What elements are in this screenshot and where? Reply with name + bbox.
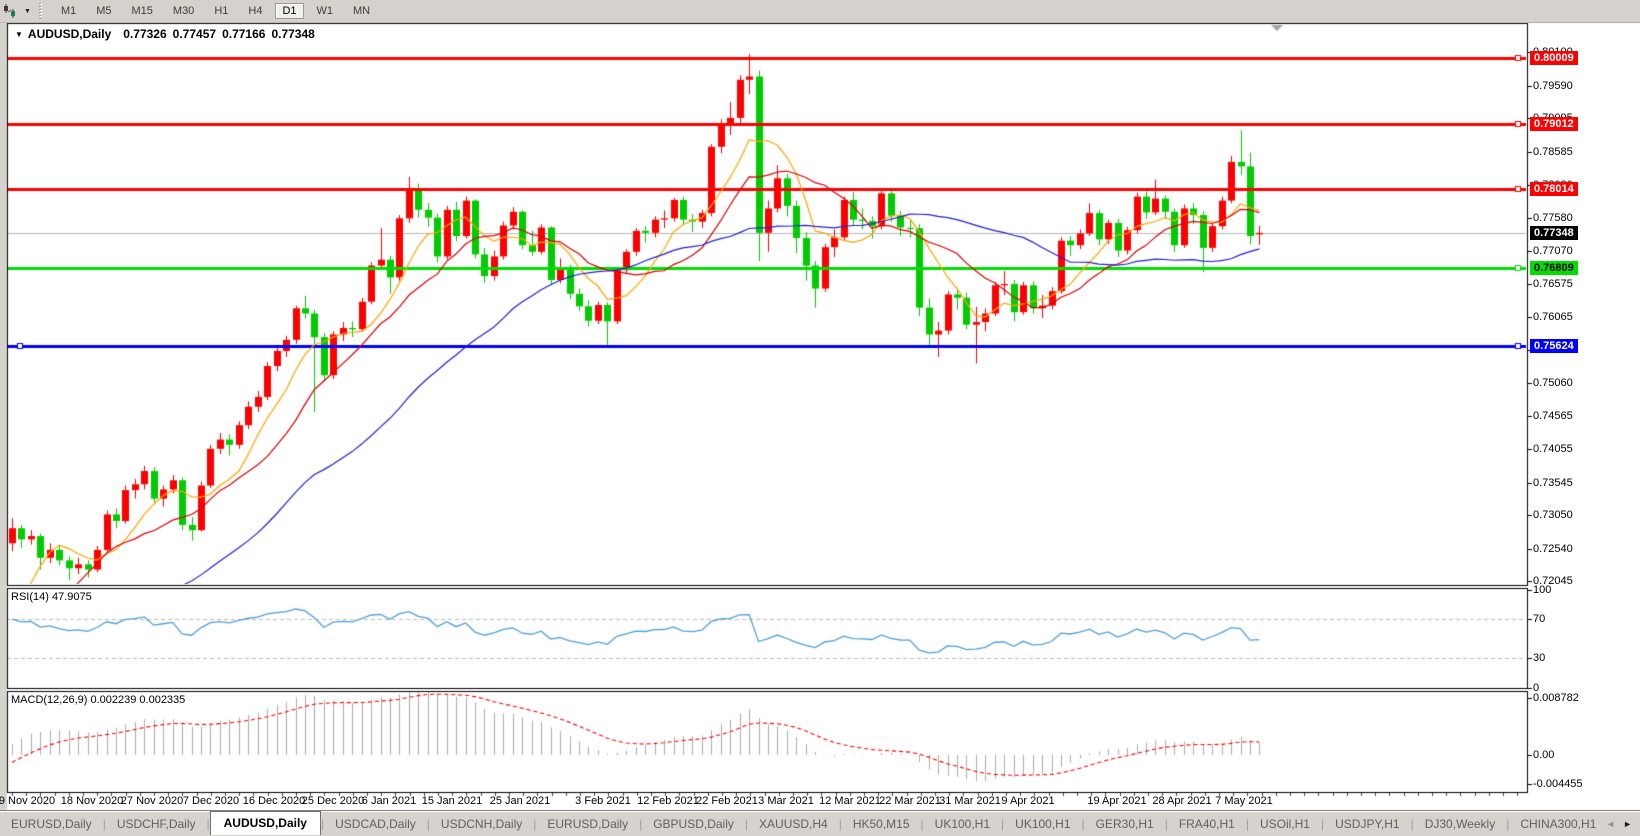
symbol-tab-fra40[interactable]: FRA40,H1 — [1168, 813, 1246, 835]
tab-scroll-left-icon[interactable]: ◄ — [1606, 819, 1615, 829]
symbol-tabbar: EURUSD,Daily|USDCHF,Daily|AUDUSD,Daily|U… — [0, 810, 1640, 836]
timeframe-button-h1[interactable]: H1 — [207, 3, 235, 19]
tab-scroll-right-icon[interactable]: ► — [1623, 819, 1632, 829]
symbol-tab-gbpusd[interactable]: GBPUSD,Daily — [642, 813, 745, 835]
symbol-tab-usdcad[interactable]: USDCAD,Daily — [324, 813, 427, 835]
symbol-tabs: EURUSD,Daily|USDCHF,Daily|AUDUSD,Daily|U… — [0, 811, 1602, 836]
symbol-tab-usdcnh[interactable]: USDCNH,Daily — [430, 813, 533, 835]
symbol-tab-audusd-active[interactable]: AUDUSD,Daily — [210, 811, 321, 835]
timeframe-button-h4[interactable]: H4 — [241, 3, 269, 19]
timeframe-button-m30[interactable]: M30 — [166, 3, 201, 19]
timeframe-toolbar: ▼ M1 M5 M15 M30 H1 H4 D1 W1 MN — [0, 0, 1640, 23]
symbol-tab-usdchf[interactable]: USDCHF,Daily — [106, 813, 207, 835]
timeframe-button-mn[interactable]: MN — [346, 3, 377, 19]
symbol-tab-eurusd[interactable]: EURUSD,Daily — [0, 813, 103, 835]
chart-type-button[interactable] — [0, 4, 21, 19]
timeframe-button-m15[interactable]: M15 — [125, 3, 160, 19]
symbol-tab-uk100[interactable]: UK100,H1 — [1004, 813, 1081, 835]
toolbar-grip — [39, 3, 43, 19]
symbol-tab-dj30[interactable]: DJ30,Weekly — [1414, 813, 1506, 835]
chart-canvas[interactable] — [0, 0, 1640, 836]
timeframe-button-w1[interactable]: W1 — [310, 3, 341, 19]
chart-type-dropdown-icon[interactable]: ▼ — [24, 8, 31, 15]
symbol-tab-usoil[interactable]: USOil,H1 — [1249, 813, 1321, 835]
timeframe-button-d1[interactable]: D1 — [275, 3, 303, 19]
symbol-tab-xauusd[interactable]: XAUUSD,H4 — [748, 813, 839, 835]
symbol-tab-ger30[interactable]: GER30,H1 — [1085, 813, 1165, 835]
trading-terminal-window: ▼ M1M5M15M30H1H4D1W1MN ▼AUDUSD,Daily0.77… — [0, 0, 1640, 836]
symbol-tab-hk50[interactable]: HK50,M15 — [842, 813, 921, 835]
tab-scroll-arrows: ◄ ► — [1602, 819, 1640, 829]
timeframe-button-m1[interactable]: M1 — [54, 3, 83, 19]
candlestick-chart-icon — [2, 4, 19, 19]
symbol-tab-usdjpy[interactable]: USDJPY,H1 — [1324, 813, 1410, 835]
timeframe-buttons: M1 M5 M15 M30 H1 H4 D1 W1 MN — [51, 3, 380, 19]
symbol-tab-uk100[interactable]: UK100,H1 — [924, 813, 1001, 835]
timeframe-button-m5[interactable]: M5 — [89, 3, 118, 19]
symbol-tab-eurusd[interactable]: EURUSD,Daily — [536, 813, 639, 835]
symbol-tab-china300[interactable]: CHINA300,H1 — [1509, 813, 1602, 835]
